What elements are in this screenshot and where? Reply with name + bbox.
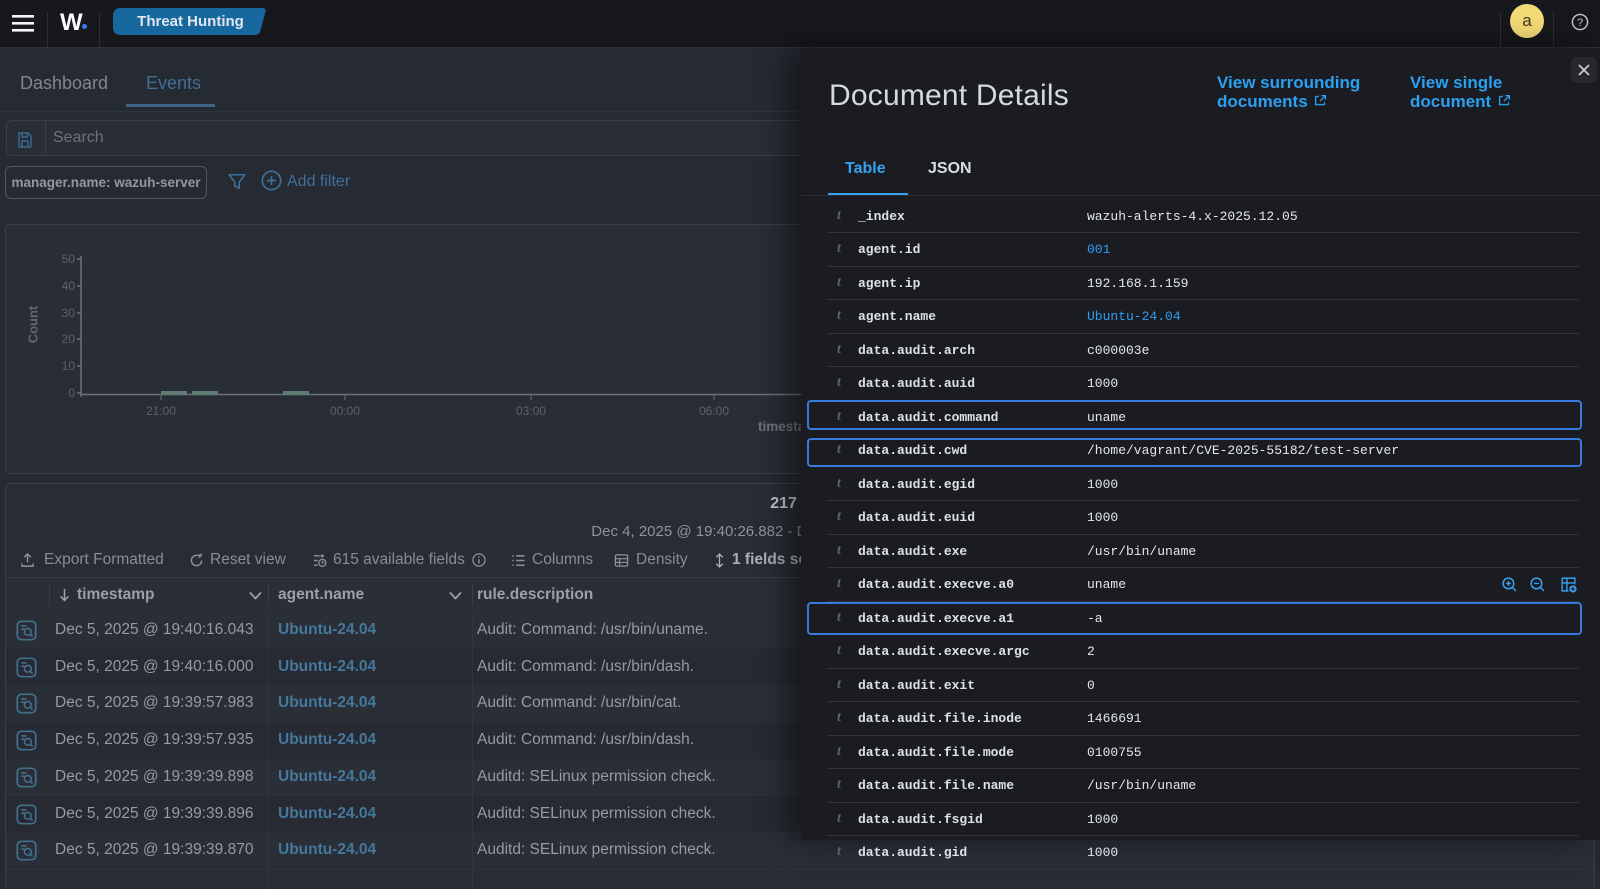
svg-text:?: ? [1577, 17, 1583, 29]
